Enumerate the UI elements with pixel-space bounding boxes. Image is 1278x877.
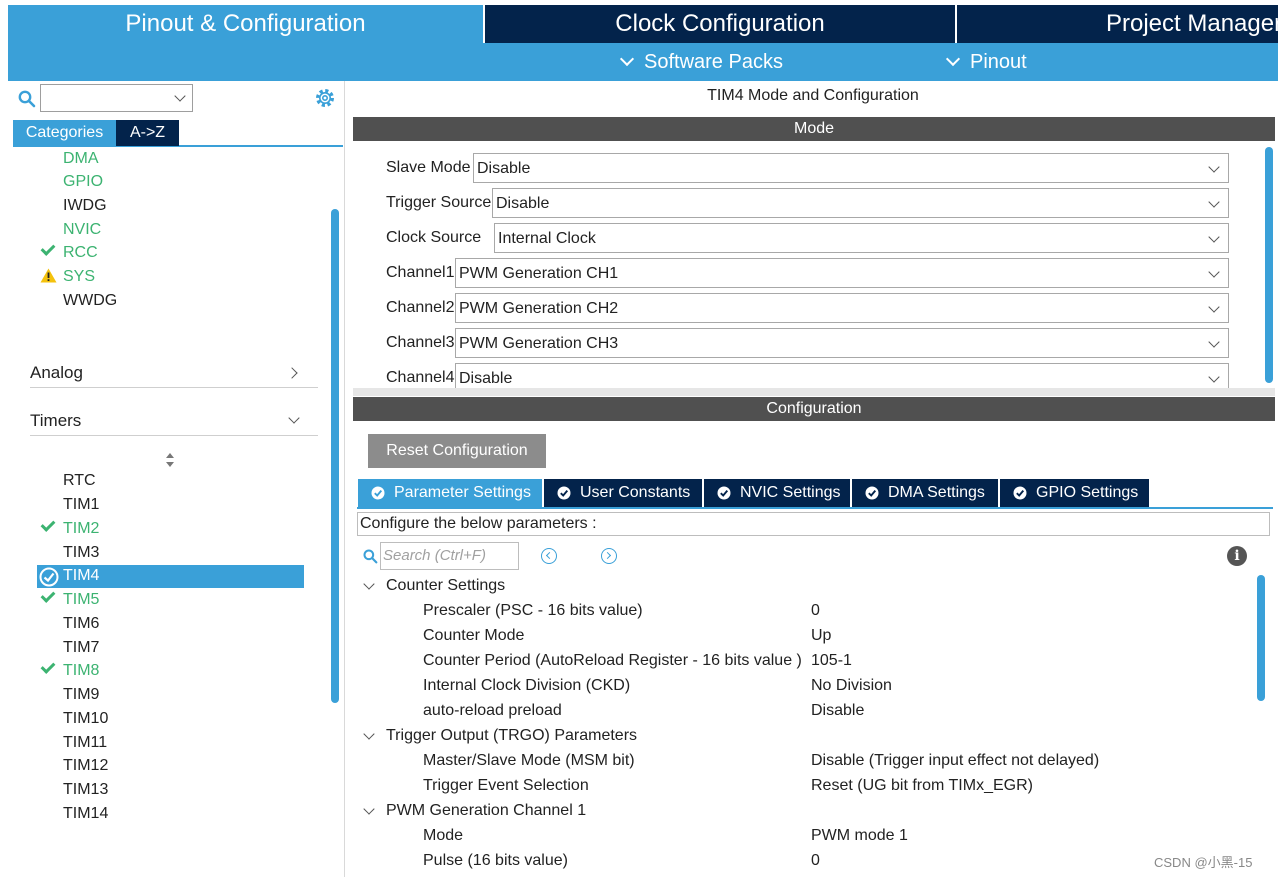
parameter-value[interactable]: Disable (Trigger input effect not delaye… xyxy=(811,752,1099,770)
check-icon xyxy=(40,241,56,258)
parameter-name: Counter Mode xyxy=(423,627,525,644)
parameter-name: Internal Clock Division (CKD) xyxy=(423,677,631,694)
parameter-name: Counter Period (AutoReload Register - 16… xyxy=(423,652,802,669)
software-packs-label: Software Packs xyxy=(644,51,783,73)
check-circle-icon xyxy=(39,567,59,587)
parameter-name: Master/Slave Mode (MSM bit) xyxy=(423,752,635,769)
tab-project-manager[interactable]: Project Manager xyxy=(1106,5,1278,43)
parameter-value[interactable]: Up xyxy=(811,627,831,645)
left-scrollbar[interactable] xyxy=(331,209,339,703)
chevron-down-icon xyxy=(619,51,635,67)
parameter-name: Pulse (16 bits value) xyxy=(423,852,568,869)
parameter-group-label: Trigger Output (TRGO) Parameters xyxy=(386,727,638,744)
watermark: CSDN @小黑-15 xyxy=(1154,855,1253,870)
category-item[interactable]: WWDG xyxy=(63,291,117,311)
gear-icon[interactable] xyxy=(314,87,336,109)
parameter-scrollbar[interactable] xyxy=(1257,575,1265,701)
timer-item[interactable]: TIM13 xyxy=(63,780,108,800)
tab-pinout-configuration[interactable]: Pinout & Configuration xyxy=(8,5,483,43)
category-item[interactable]: SYS xyxy=(63,267,95,287)
check-icon xyxy=(40,517,56,534)
parameter-group-label: Counter Settings xyxy=(386,577,506,594)
timer-item-label: TIM4 xyxy=(63,567,100,584)
parameter-value[interactable]: 0 xyxy=(811,602,820,620)
timer-item[interactable]: RTC xyxy=(63,471,96,491)
chevron-down-icon xyxy=(174,90,186,102)
timer-item[interactable]: TIM7 xyxy=(63,638,99,658)
categories-panel: Categories A->Z DMA GPIO IWDG NVIC RCC SYS WWD… xyxy=(8,81,345,877)
category-item[interactable]: DMA xyxy=(63,149,99,169)
pinout-label: Pinout xyxy=(970,51,1027,73)
category-search-combo[interactable] xyxy=(40,84,193,112)
parameter-group[interactable]: PWM Generation Channel 1 xyxy=(363,802,587,820)
timer-item[interactable]: TIM14 xyxy=(63,804,108,824)
timer-item[interactable]: TIM2 xyxy=(63,519,99,539)
timer-item[interactable]: TIM9 xyxy=(63,685,99,705)
parameter-group[interactable]: Trigger Output (TRGO) Parameters xyxy=(363,727,638,745)
parameter-value[interactable]: No Division xyxy=(811,677,892,695)
parameter-value[interactable]: PWM mode 1 xyxy=(811,827,908,845)
check-icon xyxy=(40,588,56,605)
tab-divider xyxy=(955,5,957,43)
timer-item[interactable]: TIM1 xyxy=(63,495,99,515)
tab-clock-configuration[interactable]: Clock Configuration xyxy=(485,5,955,43)
timer-item-selected[interactable]: TIM4 xyxy=(37,565,304,588)
chevron-down-icon xyxy=(363,728,375,740)
timer-item[interactable]: TIM11 xyxy=(63,733,107,753)
check-icon xyxy=(40,659,56,676)
timer-item[interactable]: TIM6 xyxy=(63,614,99,634)
chevron-down-icon xyxy=(945,51,961,67)
parameter-name: Trigger Event Selection xyxy=(423,777,589,794)
tab-divider xyxy=(483,5,485,43)
timer-item[interactable]: TIM12 xyxy=(63,756,108,776)
section-analog[interactable]: Analog xyxy=(30,358,318,388)
tab-categories[interactable]: Categories xyxy=(13,120,116,146)
timer-item[interactable]: TIM3 xyxy=(63,543,99,563)
timer-item[interactable]: TIM10 xyxy=(63,709,108,729)
category-tabs: Categories A->Z xyxy=(13,120,343,147)
timer-item[interactable]: TIM8 xyxy=(63,661,99,681)
parameter-value[interactable]: Disable xyxy=(811,702,864,720)
section-timers[interactable]: Timers xyxy=(30,406,318,436)
timer-item[interactable]: TIM5 xyxy=(63,590,99,610)
chevron-down-icon xyxy=(363,578,375,590)
mode-configuration-panel: TIM4 Mode and Configuration Mode Slave M… xyxy=(353,81,1278,877)
main-tab-bar: Pinout & Configuration Clock Configurati… xyxy=(8,5,1278,43)
chevron-down-icon xyxy=(363,803,375,815)
parameter-value[interactable]: 0 xyxy=(811,852,820,870)
tab-a-to-z[interactable]: A->Z xyxy=(116,120,179,146)
pinout-menu[interactable]: Pinout xyxy=(945,43,1027,81)
category-item[interactable]: RCC xyxy=(63,243,98,263)
parameter-value[interactable]: Reset (UG bit from TIMx_EGR) xyxy=(811,777,1033,795)
parameter-group[interactable]: Counter Settings xyxy=(363,577,506,595)
warning-icon xyxy=(40,268,57,284)
category-item[interactable]: GPIO xyxy=(63,172,103,192)
section-label: Analog xyxy=(30,363,83,382)
section-label: Timers xyxy=(30,411,82,430)
parameter-value[interactable]: 105-1 xyxy=(811,652,852,670)
parameter-name: auto-reload preload xyxy=(423,702,562,719)
sub-tab-bar: Software Packs Pinout xyxy=(8,43,1278,81)
parameter-group-label: PWM Generation Channel 1 xyxy=(386,802,587,819)
chevron-right-icon xyxy=(286,367,298,379)
search-icon xyxy=(18,90,36,108)
mode-scrollbar[interactable] xyxy=(1265,147,1273,383)
sort-icon[interactable] xyxy=(165,452,175,468)
parameter-name: Mode xyxy=(423,827,464,844)
category-item[interactable]: NVIC xyxy=(63,220,101,240)
category-item[interactable]: IWDG xyxy=(63,196,107,216)
software-packs-menu[interactable]: Software Packs xyxy=(619,43,783,81)
parameter-tree: Counter Settings Prescaler (PSC - 16 bits… xyxy=(353,81,1253,877)
chevron-down-icon xyxy=(288,412,300,424)
parameter-name: Prescaler (PSC - 16 bits value) xyxy=(423,602,643,619)
